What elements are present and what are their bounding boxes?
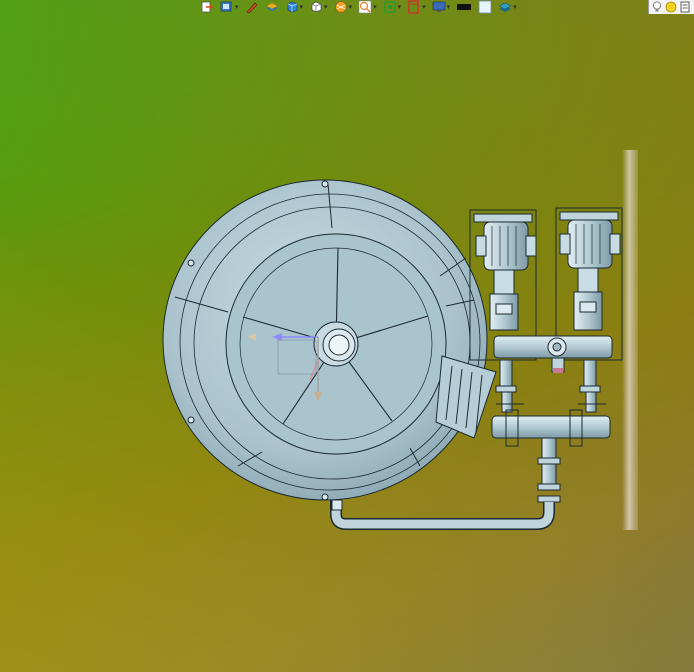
coupling-right [577, 267, 599, 293]
tank[interactable] [162, 179, 488, 501]
rim-bolt [321, 180, 329, 188]
motor-left [483, 221, 529, 271]
center-hub[interactable] [313, 321, 359, 367]
model-viewport[interactable] [0, 0, 694, 672]
rim-bolt [187, 259, 195, 267]
drain-pipe [331, 500, 554, 529]
coupling-left [493, 269, 515, 295]
side-ladder[interactable] [435, 355, 497, 439]
rim-bolt [187, 416, 195, 424]
rim-bolt [321, 493, 329, 501]
motor-right [567, 219, 613, 269]
lower-manifold [491, 415, 611, 439]
